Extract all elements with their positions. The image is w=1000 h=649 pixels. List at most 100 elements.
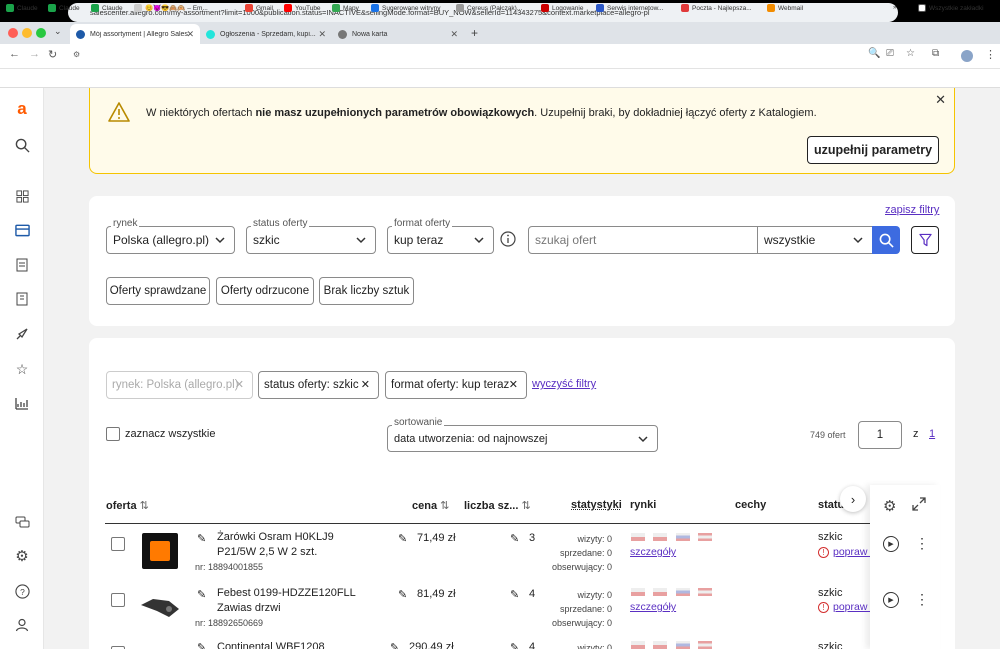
scroll-right-button[interactable]: ›: [840, 486, 866, 512]
bookmark-item[interactable]: Gmail: [245, 4, 273, 12]
cast-icon[interactable]: ⎚: [886, 48, 894, 59]
filter-chip-format[interactable]: format oferty: kup teraz ✕: [385, 371, 527, 399]
sort-arrows-icon[interactable]: ⇅: [140, 500, 149, 512]
edit-pencil-icon[interactable]: ✎: [197, 532, 206, 545]
rocket-icon[interactable]: [13, 325, 31, 343]
bookmark-item[interactable]: 😊😈😎🙈🙉 – Em...: [134, 4, 208, 12]
star-icon[interactable]: ☆: [13, 360, 31, 378]
activate-offer-play-icon[interactable]: ▶: [883, 592, 899, 608]
info-icon[interactable]: [500, 231, 516, 250]
column-header-quantity[interactable]: liczba sz... ⇅: [464, 499, 531, 512]
close-window-button[interactable]: [8, 28, 18, 38]
new-tab-icon[interactable]: +: [471, 26, 478, 40]
remove-chip-icon[interactable]: ✕: [509, 378, 518, 391]
filter-chip-status[interactable]: status oferty: szkic ✕: [258, 371, 379, 399]
offer-title-line2[interactable]: P21/5W 2,5 W 2 szt.: [217, 546, 317, 558]
browser-menu-icon[interactable]: ⋮: [985, 48, 996, 61]
clear-filters-link[interactable]: wyczyść filtry: [532, 378, 596, 390]
bookmark-item[interactable]: Mapy: [332, 4, 359, 12]
bookmark-item[interactable]: Logowanie: [541, 4, 583, 12]
tab-olx[interactable]: Ogłoszenia - Sprzedam, kupi... ✕: [200, 24, 332, 44]
bookmarks-overflow-icon[interactable]: »: [893, 4, 897, 11]
bookmark-item[interactable]: Claude: [6, 4, 38, 12]
close-tab-icon[interactable]: ✕: [450, 29, 458, 40]
zoom-icon[interactable]: 🔍: [868, 48, 880, 59]
edit-quantity-icon[interactable]: ✎: [510, 588, 519, 601]
edit-price-icon[interactable]: ✎: [398, 532, 407, 545]
bookmark-item[interactable]: Serwis internetow...: [596, 4, 663, 12]
tab-allegro[interactable]: Mój assortyment | Allegro Sales ✕: [70, 24, 200, 44]
tab-new[interactable]: Nowa karta ✕: [332, 24, 464, 44]
search-scope-select[interactable]: wszystkie: [757, 226, 873, 254]
more-options-icon[interactable]: ⋮: [915, 535, 929, 552]
bookmark-item[interactable]: Poczta - Najlepsza...: [681, 4, 752, 12]
search-icon[interactable]: [13, 136, 31, 154]
bookmark-item[interactable]: Claude: [91, 4, 123, 12]
fill-parameters-button[interactable]: uzupełnij parametry: [807, 136, 939, 164]
edit-quantity-icon[interactable]: ✎: [510, 641, 519, 649]
profile-avatar[interactable]: [961, 50, 973, 62]
site-info-icon[interactable]: ⚙: [73, 50, 80, 59]
close-banner-icon[interactable]: ✕: [935, 92, 946, 108]
settings-gear-icon[interactable]: ⚙: [13, 547, 31, 565]
offer-title-line2[interactable]: Zawias drzwi: [217, 602, 281, 614]
format-select[interactable]: format oferty kup teraz: [387, 218, 494, 254]
quick-filter-checked[interactable]: Oferty sprawdzane: [106, 277, 210, 305]
back-icon[interactable]: ←: [9, 48, 20, 60]
page-input[interactable]: 1: [858, 421, 902, 449]
column-settings-gear-icon[interactable]: ⚙: [883, 497, 896, 515]
user-icon[interactable]: [13, 616, 31, 634]
close-tab-icon[interactable]: ✕: [318, 29, 326, 40]
assortment-icon[interactable]: [13, 221, 31, 239]
help-icon[interactable]: ?: [13, 582, 31, 600]
details-link[interactable]: szczegóły: [630, 601, 676, 613]
minimize-window-button[interactable]: [22, 28, 32, 38]
search-button[interactable]: [872, 226, 900, 254]
edit-quantity-icon[interactable]: ✎: [510, 532, 519, 545]
advanced-filters-button[interactable]: [911, 226, 939, 254]
row-checkbox[interactable]: [111, 537, 125, 551]
more-options-icon[interactable]: ⋮: [915, 591, 929, 608]
forward-icon[interactable]: →: [29, 48, 40, 60]
sort-select[interactable]: sortowanie data utworzenia: od najnowsze…: [387, 417, 658, 452]
documents-icon[interactable]: [13, 290, 31, 308]
quick-filter-rejected[interactable]: Oferty odrzucone: [216, 277, 314, 305]
edit-pencil-icon[interactable]: ✎: [197, 588, 206, 601]
close-tab-icon[interactable]: ✕: [186, 29, 194, 40]
reload-icon[interactable]: ↻: [48, 48, 57, 61]
expand-icon[interactable]: [912, 497, 926, 514]
save-filters-link[interactable]: zapisz filtry: [885, 204, 939, 216]
offer-title[interactable]: Żarówki Osram H0KLJ9: [217, 531, 334, 543]
offer-title[interactable]: Febest 0199-HDZZE120FLL: [217, 587, 356, 599]
tab-list-chevron-icon[interactable]: ⌄: [54, 26, 62, 37]
row-checkbox[interactable]: [111, 593, 125, 607]
bookmark-item[interactable]: YouTube: [284, 4, 321, 12]
quick-filter-no-quantity[interactable]: Brak liczby sztuk: [319, 277, 414, 305]
product-thumbnail[interactable]: [142, 533, 178, 569]
sort-arrows-icon[interactable]: ⇅: [521, 500, 530, 512]
messages-icon[interactable]: [13, 513, 31, 531]
bookmark-star-icon[interactable]: ☆: [906, 48, 915, 59]
total-pages-link[interactable]: 1: [929, 428, 935, 440]
orders-icon[interactable]: [13, 256, 31, 274]
status-select[interactable]: status oferty szkic: [246, 218, 376, 254]
product-thumbnail[interactable]: [139, 591, 183, 621]
maximize-window-button[interactable]: [36, 28, 46, 38]
bookmark-item[interactable]: Sugerowane witryny: [371, 4, 441, 12]
allegro-logo-icon[interactable]: a: [13, 99, 31, 118]
remove-chip-icon[interactable]: ✕: [361, 378, 370, 391]
sort-arrows-icon[interactable]: ⇅: [440, 500, 449, 512]
fix-errors-link[interactable]: ! popraw b: [818, 546, 870, 558]
market-select[interactable]: rynek Polska (allegro.pl): [106, 218, 235, 254]
offer-title[interactable]: Continental WBF1208: [217, 641, 325, 649]
fix-errors-link[interactable]: ! popraw b: [818, 601, 870, 613]
edit-pencil-icon[interactable]: ✎: [197, 641, 206, 649]
search-input[interactable]: szukaj ofert: [528, 226, 758, 254]
select-all-checkbox[interactable]: [106, 427, 120, 441]
edit-price-icon[interactable]: ✎: [390, 641, 399, 649]
column-header-stats[interactable]: statystyki: [571, 499, 622, 511]
extensions-icon[interactable]: ⧉: [932, 48, 939, 59]
column-header-offer[interactable]: oferta ⇅: [106, 499, 149, 512]
column-header-price[interactable]: cena ⇅: [412, 499, 449, 512]
bookmark-item[interactable]: Cereus (Pałczak)...: [456, 4, 522, 12]
